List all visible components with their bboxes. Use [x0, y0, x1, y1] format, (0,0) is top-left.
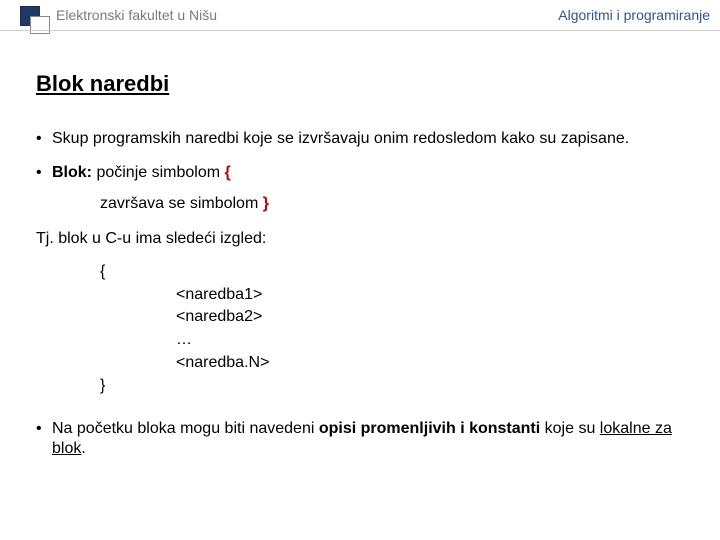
bullet-blok: Blok: počinje simbolom { završava se sim… [36, 163, 690, 215]
code-close-brace: } [100, 376, 690, 397]
bullet-locals-end: . [81, 440, 85, 457]
bullet-locals: Na početku bloka mogu biti navedeni opis… [36, 419, 690, 461]
bullet-definition-text: Skup programskih naredbi koje se izvršav… [52, 130, 629, 147]
bullet-locals-bold: opisi promenljivih i konstanti [319, 420, 540, 437]
bullet-locals-pre: Na početku bloka mogu biti navedeni [52, 420, 319, 437]
bullet-blok-line2: završava se simbolom [100, 195, 263, 212]
header-divider [0, 30, 720, 31]
header-bar: Elektronski fakultet u Nišu Algoritmi i … [0, 0, 720, 30]
logo-square-front [30, 16, 50, 34]
slide: Elektronski fakultet u Nišu Algoritmi i … [0, 0, 720, 540]
code-naredba2: <naredba2> [176, 307, 690, 328]
bullet-blok-line2-wrap: završava se simbolom } [100, 194, 690, 215]
bullet-locals-mid: koje su [540, 420, 600, 437]
slide-content: Blok naredbi Skup programskih naredbi ko… [0, 30, 720, 460]
para-intro: Tj. blok u C-u ima sledeći izgled: [36, 229, 690, 250]
code-block: { <naredba1> <naredba2> … <naredba.N> } [36, 262, 690, 397]
bullet-blok-label: Blok: [52, 164, 92, 181]
slide-title: Blok naredbi [36, 70, 690, 99]
bullet-blok-line1: počinje simbolom [92, 164, 225, 181]
code-naredba1: <naredba1> [176, 285, 690, 306]
bullet-definition: Skup programskih naredbi koje se izvršav… [36, 129, 690, 150]
code-ellipsis: … [176, 330, 690, 351]
brace-close-inline: } [263, 195, 269, 212]
code-open-brace: { [100, 262, 690, 283]
header-left-text: Elektronski fakultet u Nišu [56, 7, 217, 23]
brace-open-inline: { [225, 164, 231, 181]
header-right-text: Algoritmi i programiranje [558, 7, 710, 23]
code-naredbaN: <naredba.N> [176, 353, 690, 374]
